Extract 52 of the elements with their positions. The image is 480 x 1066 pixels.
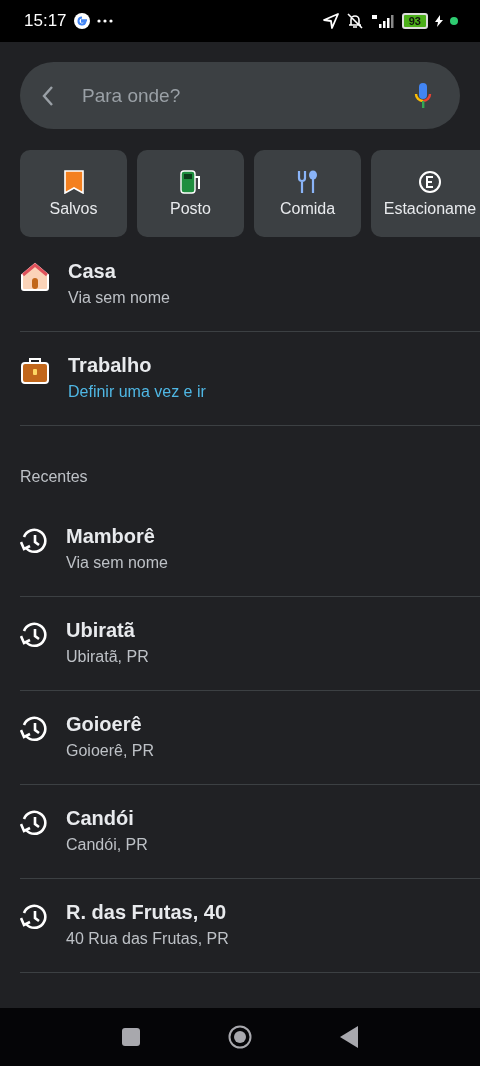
- category-chip[interactable]: Comida: [254, 150, 361, 237]
- place-title: Goioerê: [66, 713, 143, 736]
- briefcase-icon: [20, 356, 50, 386]
- place-address: Via sem nome: [68, 289, 170, 307]
- recent-place-item[interactable]: Candói Candói, PR: [0, 785, 480, 879]
- bookmark-icon: [62, 169, 85, 194]
- recent-place-item[interactable]: Goioerê Goioerê, PR: [0, 691, 480, 785]
- place-title: Trabalho: [68, 354, 153, 377]
- parking-icon: [418, 169, 442, 194]
- location-icon: [322, 13, 339, 29]
- section-heading: Recentes: [19, 467, 89, 487]
- search-bar[interactable]: Para onde?: [20, 62, 460, 129]
- saved-place-item[interactable]: Trabalho Definir uma vez e ir: [0, 332, 480, 426]
- history-icon: [20, 903, 48, 931]
- house-icon: [20, 262, 50, 292]
- fork-spoon-icon: [295, 169, 320, 194]
- history-icon: [20, 715, 48, 743]
- battery-level: 93: [401, 13, 428, 29]
- microphone-icon[interactable]: [414, 82, 432, 109]
- place-title: Candói: [66, 807, 135, 830]
- home-button[interactable]: [228, 1025, 252, 1049]
- recent-place-item[interactable]: Ubiratã Ubiratã, PR: [0, 597, 480, 691]
- place-address: Ubiratã, PR: [66, 648, 149, 666]
- muted-bell-icon: [345, 13, 364, 29]
- more-icon: [96, 19, 113, 23]
- recent-place-item[interactable]: Mamborê Via sem nome: [0, 503, 480, 597]
- category-chip[interactable]: Posto: [137, 150, 244, 237]
- place-title: Ubiratã: [66, 619, 136, 642]
- place-address: Via sem nome: [66, 554, 168, 572]
- clock: 15:17: [24, 11, 67, 31]
- category-chip[interactable]: Salvos: [20, 150, 127, 237]
- search-field[interactable]: Para onde?: [80, 83, 388, 108]
- category-chip[interactable]: Estacioname: [371, 150, 480, 237]
- history-icon: [20, 621, 48, 649]
- back-button[interactable]: [340, 1026, 358, 1048]
- history-icon: [20, 809, 48, 837]
- place-title: Casa: [68, 260, 117, 283]
- saved-place-item[interactable]: Casa Via sem nome: [0, 238, 480, 332]
- recent-place-item[interactable]: R. das Frutas, 40 40 Rua das Frutas, PR: [0, 879, 480, 973]
- place-address: Candói, PR: [66, 836, 148, 854]
- set-place-link[interactable]: Definir uma vez e ir: [68, 383, 206, 401]
- place-title: R. das Frutas, 40: [66, 901, 228, 924]
- place-address: 40 Rua das Frutas, PR: [66, 930, 229, 948]
- back-icon[interactable]: [42, 84, 54, 107]
- place-title: Mamborê: [66, 525, 156, 548]
- charging-icon: [435, 15, 443, 27]
- fuel-pump-icon: [178, 169, 203, 194]
- history-icon: [20, 527, 48, 555]
- signal-icon: [370, 14, 395, 28]
- dot-icon: [450, 17, 458, 25]
- place-address: Goioerê, PR: [66, 742, 155, 760]
- google-icon: [73, 13, 90, 29]
